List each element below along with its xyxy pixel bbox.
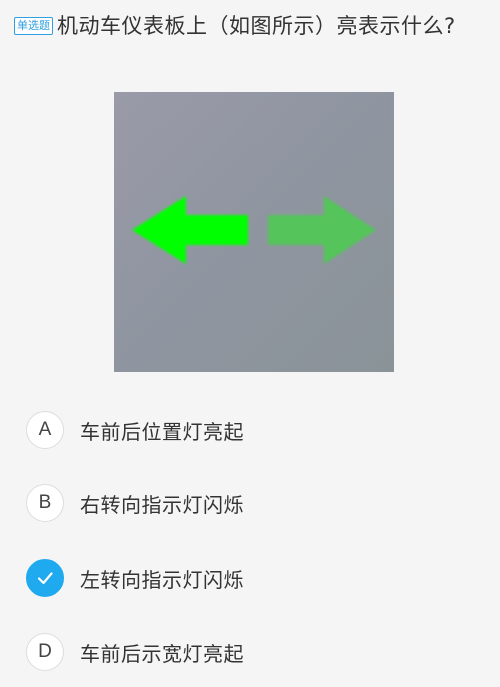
question-text: 机动车仪表板上（如图所示）亮表示什么? bbox=[57, 14, 456, 38]
question-text-block: 单选题 机动车仪表板上（如图所示）亮表示什么? bbox=[14, 6, 486, 46]
option-a-circle[interactable]: A bbox=[26, 411, 64, 449]
option-a-letter: A bbox=[38, 419, 52, 440]
turn-signal-indicator bbox=[132, 196, 376, 264]
option-a-label: 车前后位置灯亮起 bbox=[80, 419, 244, 444]
checkmark-icon bbox=[37, 572, 53, 585]
option-b[interactable]: B 右转向指示灯闪烁 bbox=[26, 483, 244, 523]
option-b-circle[interactable]: B bbox=[26, 484, 64, 522]
question-type-badge: 单选题 bbox=[14, 17, 53, 35]
option-d-letter: D bbox=[38, 641, 52, 662]
option-b-letter: B bbox=[38, 492, 52, 513]
option-d[interactable]: D 车前后示宽灯亮起 bbox=[26, 632, 244, 672]
option-a[interactable]: A 车前后位置灯亮起 bbox=[26, 410, 244, 450]
option-d-circle[interactable]: D bbox=[26, 633, 64, 671]
left-arrow-icon bbox=[132, 196, 248, 264]
right-arrow-icon bbox=[268, 196, 376, 264]
option-c[interactable]: 左转向指示灯闪烁 bbox=[26, 558, 244, 598]
option-c-circle[interactable] bbox=[26, 559, 64, 597]
option-d-label: 车前后示宽灯亮起 bbox=[80, 641, 244, 666]
option-b-label: 右转向指示灯闪烁 bbox=[80, 492, 244, 517]
question-image bbox=[114, 92, 394, 372]
option-c-label: 左转向指示灯闪烁 bbox=[80, 567, 244, 592]
